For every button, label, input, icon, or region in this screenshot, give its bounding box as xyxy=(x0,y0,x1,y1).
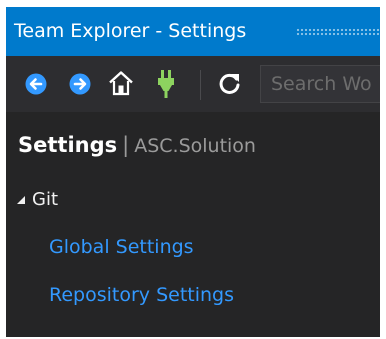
git-section-label: Git xyxy=(32,189,59,210)
toolbar: Search Wo xyxy=(6,56,380,112)
forward-button[interactable] xyxy=(68,72,92,96)
page-header: Settings | ASC.Solution xyxy=(18,133,256,157)
refresh-button[interactable] xyxy=(216,70,244,98)
global-settings-link[interactable]: Global Settings xyxy=(49,236,194,258)
git-section-header[interactable]: Git xyxy=(16,189,58,210)
page-title: Settings xyxy=(18,133,118,157)
forward-arrow-icon xyxy=(69,73,91,95)
title-bar-grip[interactable] xyxy=(296,28,380,36)
window-title: Team Explorer - Settings xyxy=(14,20,247,42)
toolbar-separator xyxy=(200,70,201,100)
team-explorer-window: Team Explorer - Settings Search Wo Setti… xyxy=(6,7,380,337)
home-button[interactable] xyxy=(106,68,136,98)
solution-name[interactable]: ASC.Solution xyxy=(134,135,256,157)
refresh-icon xyxy=(219,73,240,94)
back-arrow-icon xyxy=(25,73,47,95)
plug-icon xyxy=(158,70,174,98)
collapse-triangle-icon[interactable] xyxy=(16,195,26,205)
back-button[interactable] xyxy=(24,72,48,96)
repository-settings-link[interactable]: Repository Settings xyxy=(49,284,234,306)
search-input[interactable]: Search Wo xyxy=(260,65,380,103)
connect-button[interactable] xyxy=(154,68,178,100)
home-icon xyxy=(109,71,133,96)
title-bar: Team Explorer - Settings xyxy=(6,7,380,56)
header-separator: | xyxy=(122,133,130,157)
